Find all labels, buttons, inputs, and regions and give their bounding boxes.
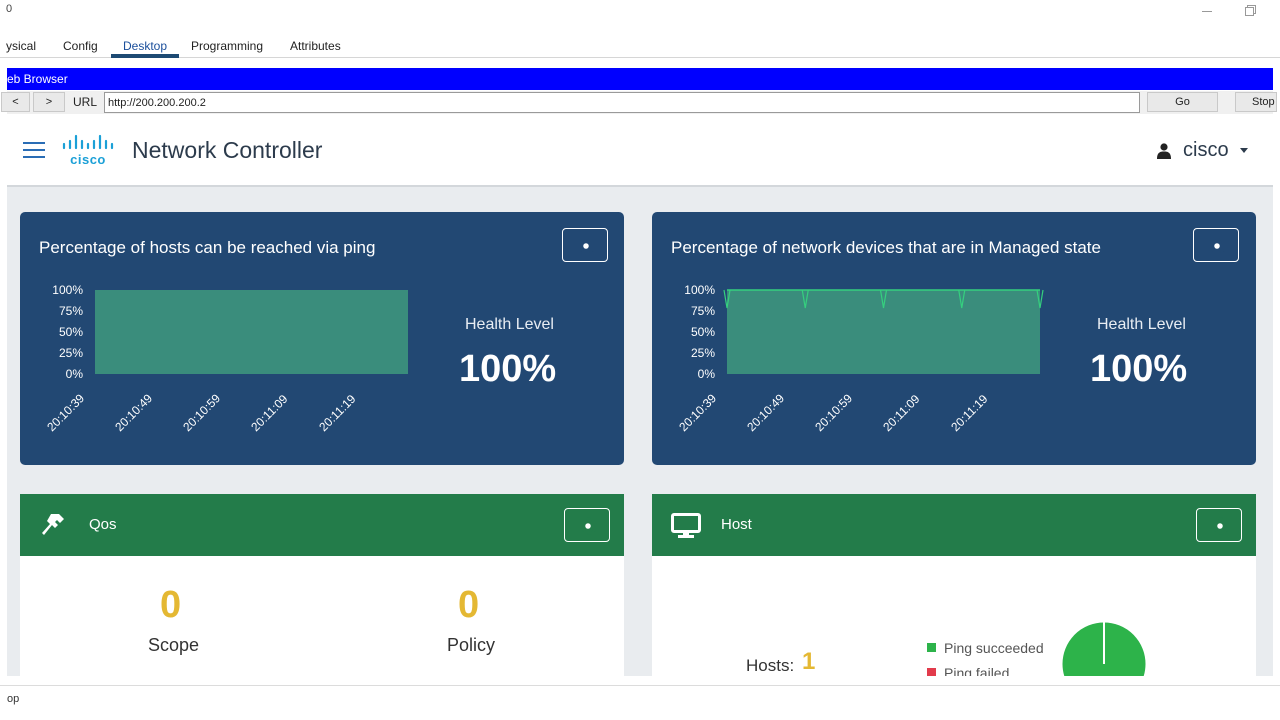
status-text: op [7,693,20,705]
y-tick-label: 25% [59,346,83,360]
qos-card-body: 0 Scope 0 Policy [20,556,624,676]
devices-managed-chart: 100% 75% 50% 25% 0% 20:10:39 20:10:49 20:10:59 2… [676,283,1044,435]
health-level-value: 100% [1090,348,1188,390]
y-tick-label: 0% [66,367,84,381]
cisco-logo: cisco [62,134,114,167]
x-tick-label: 20:10:49 [744,391,787,434]
url-label: URL [73,95,98,109]
health-level-value: 100% [459,348,557,390]
user-icon [1157,143,1171,159]
tab-config[interactable]: Config [63,39,98,57]
svg-text:cisco: cisco [70,152,106,167]
host-ping-pie [1061,621,1147,676]
x-tick-label: 20:11:19 [316,392,359,435]
restore-icon[interactable] [1243,3,1257,17]
hosts-label: Hosts: [746,656,795,675]
hosts-ping-chart: 100% 75% 50% 25% 0% 20:10:39 20:10:49 20:10:59 2… [44,283,408,435]
scope-label: Scope [148,635,200,655]
url-input[interactable] [104,92,1140,113]
x-tick-label: 20:10:49 [112,391,155,434]
go-button[interactable]: Go [1147,92,1218,112]
y-tick-label: 75% [59,304,83,318]
gear-icon [1213,517,1229,535]
policy-count: 0 [458,584,480,626]
x-tick-label: 20:10:59 [812,391,855,434]
minimize-icon[interactable] [1200,4,1214,18]
browser-title: eb Browser [7,72,68,86]
health-level-label: Health Level [1097,316,1186,333]
hamburger-menu-icon[interactable] [23,142,45,158]
title-bar: 0 [0,0,1280,22]
app-title: Network Controller [132,137,323,163]
x-tick-label: 20:11:09 [248,392,291,435]
y-tick-label: 50% [59,325,83,339]
tab-strip: ysical Config Desktop Programming Attrib… [0,22,1280,58]
tab-desktop[interactable]: Desktop [110,39,180,58]
settings-button[interactable] [1196,508,1242,542]
page-content: cisco Network Controller cisco Percentag… [7,116,1273,676]
chevron-down-icon [1240,148,1248,153]
gear-icon [579,237,595,255]
series-area [727,290,1040,374]
y-tick-label: 50% [691,325,715,339]
app-window: 0 ysical Config Desktop Programming Attr… [0,0,1280,720]
y-tick-label: 100% [684,283,715,297]
qos-card-header: Qos [20,494,624,556]
monitor-icon [671,513,701,538]
legend-swatch-failed [927,668,936,676]
forward-button[interactable]: > [33,92,65,112]
settings-button[interactable] [1193,228,1239,262]
hammer-icon [42,514,64,535]
status-bar: op [0,685,1280,720]
host-card-body: Hosts: 1 Ping succeeded Ping failed [652,556,1256,676]
gear-icon [1210,237,1226,255]
host-title: Host [721,516,752,533]
browser-title-bar: eb Browser [7,68,1273,90]
x-tick-label: 20:10:39 [44,391,87,434]
hosts-count: 1 [802,648,816,675]
card-title: Percentage of hosts can be reached via p… [39,238,376,257]
user-name: cisco [1183,139,1229,161]
top-navbar: cisco Network Controller cisco [7,116,1273,187]
tab-programming[interactable]: Programming [191,39,263,57]
tab-physical[interactable]: ysical [6,39,36,57]
devices-managed-card: Percentage of network devices that are i… [652,212,1256,465]
scope-count: 0 [160,584,182,626]
x-tick-label: 20:10:59 [180,391,223,434]
hosts-ping-card: Percentage of hosts can be reached via p… [20,212,624,465]
card-title: Percentage of network devices that are i… [671,238,1101,257]
y-tick-label: 25% [691,346,715,360]
stop-button[interactable]: Stop [1235,92,1277,112]
y-tick-label: 100% [52,283,83,297]
settings-button[interactable] [564,508,610,542]
legend-swatch-succeeded [927,643,936,652]
health-level-label: Health Level [465,316,554,333]
policy-label: Policy [447,635,496,655]
legend-ping-succeeded: Ping succeeded [944,640,1044,656]
legend-ping-failed: Ping failed [944,665,1010,676]
tab-attributes[interactable]: Attributes [290,39,341,57]
host-card-header: Host [652,494,1256,556]
x-tick-label: 20:11:09 [880,392,923,435]
url-bar: < > URL Go Stop [1,91,1277,114]
series-area [95,290,408,374]
x-tick-label: 20:10:39 [676,391,719,434]
settings-button[interactable] [562,228,608,262]
back-button[interactable]: < [1,92,30,112]
qos-title: Qos [89,516,117,533]
y-tick-label: 75% [691,304,715,318]
x-tick-label: 20:11:19 [948,392,991,435]
window-title: 0 [6,3,13,15]
y-tick-label: 0% [698,367,716,381]
gear-icon [581,517,597,535]
